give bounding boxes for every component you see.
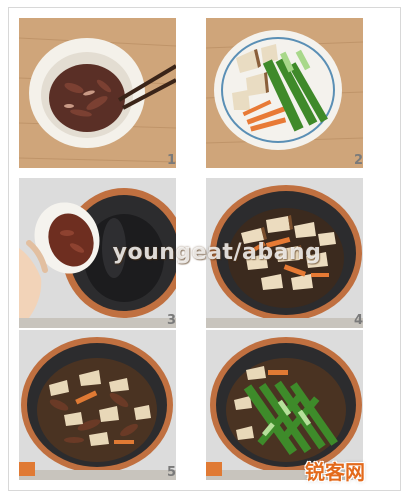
step-number: 3 xyxy=(166,313,176,328)
step-number: 4 xyxy=(353,313,363,328)
step-2-photo: 2 xyxy=(206,18,363,168)
step-number: 1 xyxy=(166,153,176,168)
watermark-text: youngeat/abang xyxy=(112,240,322,265)
step-number: 5 xyxy=(166,465,176,480)
photo-collage: 1 2 3 4 5 6 youngeat/abang xyxy=(8,7,401,491)
step-5-photo: 5 xyxy=(19,330,176,480)
site-logo: 锐客网 xyxy=(305,460,365,484)
step-1-photo: 1 xyxy=(19,18,176,168)
step-number: 2 xyxy=(353,153,363,168)
